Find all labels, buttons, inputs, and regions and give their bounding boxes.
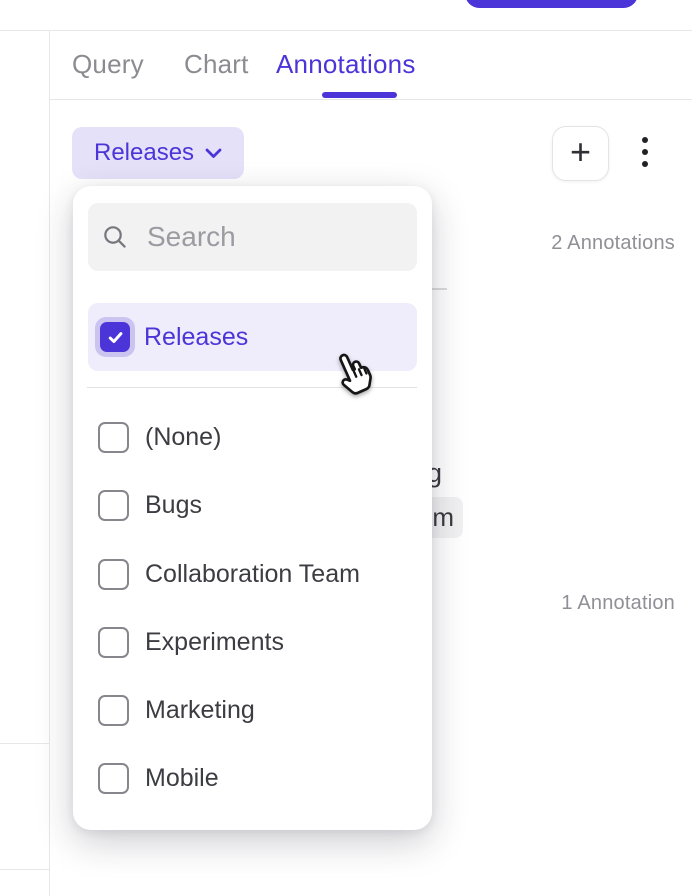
header-divider — [0, 30, 692, 31]
option-label: Mobile — [145, 764, 219, 793]
dropdown-search — [88, 203, 417, 271]
search-icon — [101, 223, 129, 251]
add-annotation-button[interactable]: + — [552, 126, 609, 181]
checkbox-unchecked-icon[interactable] — [98, 695, 129, 726]
tab-bar-divider — [50, 99, 692, 100]
releases-filter-button[interactable]: Releases — [72, 127, 244, 179]
option-label: Experiments — [145, 628, 284, 657]
tab-query[interactable]: Query — [72, 49, 144, 80]
annotation-group-count: 2 Annotations — [551, 232, 675, 255]
left-rail-border — [49, 30, 50, 896]
tab-annotations[interactable]: Annotations — [276, 49, 416, 80]
checkbox-unchecked-icon[interactable] — [98, 627, 129, 658]
option-bugs[interactable]: Bugs — [88, 471, 417, 539]
more-options-kebab-icon[interactable] — [638, 135, 652, 169]
releases-dropdown-panel: Releases (None) Bugs Collaboration Team … — [73, 186, 432, 830]
option-label: (None) — [145, 423, 221, 452]
search-input[interactable] — [147, 221, 407, 253]
option-label: Bugs — [145, 491, 202, 520]
releases-filter-label: Releases — [94, 139, 194, 167]
list-divider-fragment — [430, 288, 447, 290]
active-tab-underline — [322, 92, 397, 98]
checkbox-unchecked-icon[interactable] — [98, 422, 129, 453]
annotation-group-count: 1 Annotation — [561, 592, 675, 615]
option-label: Collaboration Team — [145, 560, 360, 589]
left-rail-row-divider — [0, 869, 49, 870]
option-label: Marketing — [145, 696, 255, 725]
cursor-pointer-icon — [328, 349, 378, 403]
option-marketing[interactable]: Marketing — [88, 676, 417, 744]
option-label: Releases — [144, 323, 248, 352]
option-collaboration-team[interactable]: Collaboration Team — [88, 540, 417, 608]
checkbox-checked-icon[interactable] — [100, 322, 130, 352]
chevron-down-icon — [205, 148, 222, 159]
annotations-screen: Query Chart Annotations Releases + 2 Ann… — [0, 0, 692, 896]
checkbox-unchecked-icon[interactable] — [98, 559, 129, 590]
left-rail-row-divider — [0, 743, 49, 744]
checkbox-focus-ring — [95, 317, 135, 357]
primary-action-button[interactable] — [465, 0, 638, 8]
checkbox-unchecked-icon[interactable] — [98, 490, 129, 521]
option-experiments[interactable]: Experiments — [88, 608, 417, 676]
option-mobile[interactable]: Mobile — [88, 744, 417, 812]
checkbox-unchecked-icon[interactable] — [98, 763, 129, 794]
tab-chart[interactable]: Chart — [184, 49, 249, 80]
option-none[interactable]: (None) — [88, 403, 417, 471]
